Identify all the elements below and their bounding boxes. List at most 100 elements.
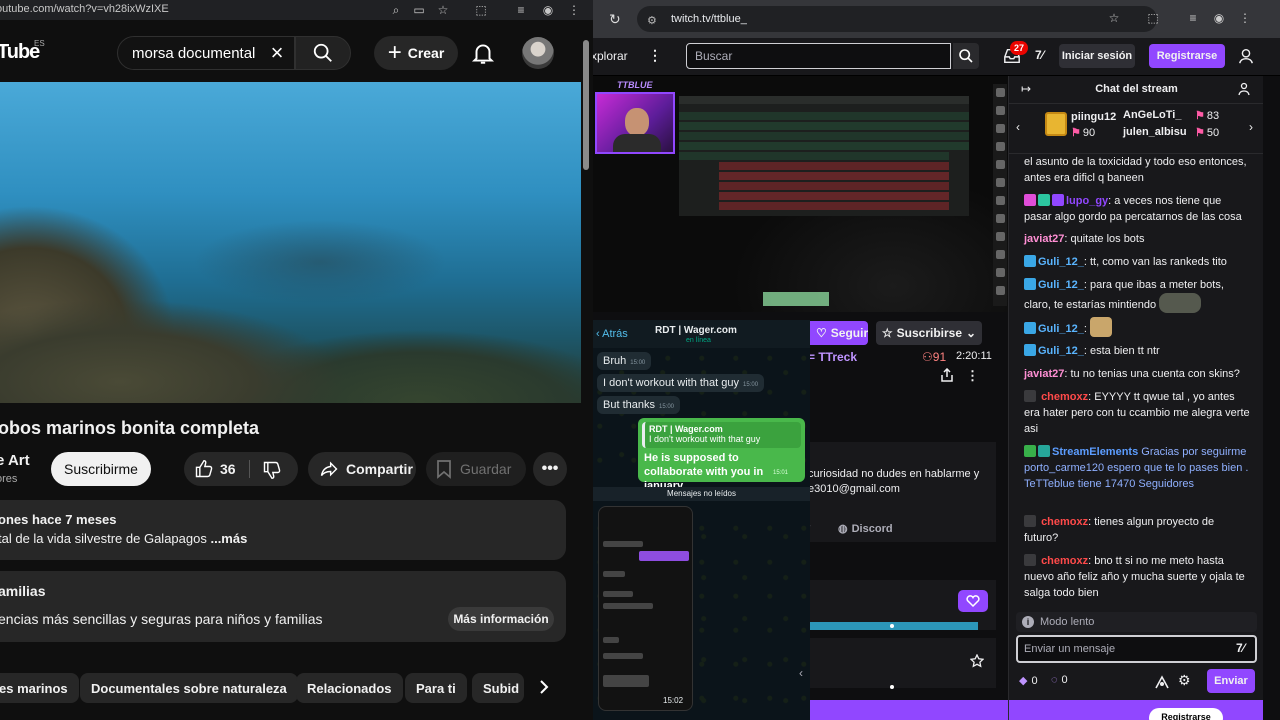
chat-message: Guli_12_: tt, como van las rankeds tito <box>1024 254 1250 270</box>
sheet-row <box>719 192 949 200</box>
share-button[interactable]: Compartir <box>308 452 416 486</box>
extensions-icon[interactable]: ⬚ <box>1145 11 1161 27</box>
dislike-icon[interactable] <box>262 460 282 480</box>
video-player[interactable] <box>0 82 581 403</box>
like-icon[interactable] <box>194 459 214 479</box>
notifications-bell-icon[interactable] <box>470 40 496 66</box>
more-actions-icon[interactable]: ••• <box>533 452 567 486</box>
chip-related[interactable]: Relacionados <box>296 673 403 703</box>
chat-username[interactable]: Guli_12_ <box>1038 279 1084 291</box>
stream-category[interactable]: = TTreck <box>810 350 857 364</box>
bits-balance[interactable]: ◆ 0 <box>1019 674 1038 688</box>
channel-name[interactable]: e Art <box>0 452 30 469</box>
banner-signup-button[interactable]: Registrarse <box>1149 708 1223 720</box>
profile-icon[interactable]: ◉ <box>540 2 556 18</box>
zoom-icon[interactable]: ⌕ <box>388 2 404 18</box>
reload-icon[interactable]: ↻ <box>609 11 625 27</box>
browser-menu-icon[interactable]: ⋮ <box>1237 11 1253 27</box>
chat-message-text: : tu no tenias una cuenta con skins? <box>1064 368 1240 380</box>
cast-icon[interactable]: ▭ <box>411 2 427 18</box>
sheet-header-row <box>679 96 969 104</box>
page-scrollbar[interactable] <box>583 40 589 170</box>
community-icon[interactable] <box>1238 82 1252 96</box>
media-icon[interactable]: ≡ <box>1185 11 1201 27</box>
bookmark-star-icon[interactable]: ☆ <box>1106 11 1122 27</box>
chevron-right-icon[interactable]: › <box>1249 120 1253 134</box>
chat-username[interactable]: chemoxz <box>1041 516 1088 528</box>
chip-uploaded[interactable]: Subid <box>472 673 524 703</box>
extensions-icon[interactable]: ⬚ <box>473 2 489 18</box>
chat-username[interactable]: StreamElements <box>1052 446 1138 458</box>
subscribe-button[interactable]: Suscribirme <box>51 452 151 486</box>
chat-username[interactable]: chemoxz <box>1041 555 1088 567</box>
bookmark-star-icon[interactable]: ☆ <box>435 2 451 18</box>
save-button[interactable]: Guardar <box>426 452 526 486</box>
chat-message: lupo_gy: a veces nos tiene que pasar alg… <box>1024 193 1250 225</box>
twitch-search-input[interactable]: Buscar <box>686 43 951 69</box>
chip-for-you[interactable]: Para ti <box>405 673 467 703</box>
signup-button[interactable]: Registrarse <box>1149 44 1225 68</box>
chat-input[interactable]: Enviar un mensaje 7⁄ <box>1016 635 1257 663</box>
description-box[interactable]: ones hace 7 meses tal de la vida silvest… <box>0 500 566 560</box>
more-options-icon[interactable]: ⋮ <box>966 368 979 384</box>
chat-messages: el asunto de la toxicidad y todo eso ent… <box>1009 154 1263 608</box>
gifter-name[interactable]: julen_albisu <box>1123 126 1187 138</box>
toolbar-icon <box>996 250 1005 259</box>
send-button[interactable]: Enviar <box>1207 669 1255 693</box>
create-label: Crear <box>407 45 445 61</box>
site-info-icon[interactable]: ⚙ <box>647 14 661 27</box>
gifter-name[interactable]: piingu12 <box>1071 111 1116 123</box>
discord-link[interactable]: ◍ Discord <box>838 522 893 536</box>
subscribe-button[interactable]: ☆ Suscribirse ⌄ <box>876 321 982 345</box>
stream-video-player[interactable]: TTBLUE <box>593 76 1008 312</box>
wa-unread-divider: Mensajes no leídos <box>593 487 810 501</box>
heart-button[interactable] <box>958 590 988 612</box>
yt-search-button[interactable] <box>295 36 351 70</box>
gifter-name[interactable]: AnGeLoTi_ <box>1123 109 1181 121</box>
user-icon[interactable] <box>1237 47 1255 65</box>
media-icon[interactable]: ≡ <box>513 2 529 18</box>
chat-username[interactable]: lupo_gy <box>1066 195 1108 207</box>
profile-icon[interactable]: ◉ <box>1211 11 1227 27</box>
chat-username[interactable]: javiat27 <box>1024 368 1064 380</box>
yt-address-bar[interactable]: outube.com/watch?v=vh28ixWzIXE <box>0 3 169 15</box>
phone-bubble <box>603 603 653 609</box>
browser-menu-icon[interactable]: ⋮ <box>566 2 582 18</box>
chevron-left-icon[interactable]: ‹ <box>1016 120 1020 134</box>
viewer-count: ⚇91 <box>922 350 946 364</box>
chevron-down-icon: ⌄ <box>966 326 977 340</box>
clear-search-icon[interactable]: × <box>265 41 289 65</box>
turbo-icon[interactable]: 7⁄ <box>1035 48 1044 62</box>
extensions-icon[interactable] <box>1154 674 1170 690</box>
create-button[interactable]: + Crear <box>374 36 458 70</box>
avatar[interactable] <box>522 37 554 69</box>
follow-label: Seguir <box>830 326 869 340</box>
emote-picker-icon[interactable]: 7⁄ <box>1236 641 1245 655</box>
chat-message: StreamElements Gracias por seguirme port… <box>1024 444 1250 492</box>
chat-username[interactable]: Guli_12_ <box>1038 345 1084 357</box>
more-info-button[interactable]: Más información <box>448 607 554 631</box>
channel-points[interactable]: ◌ 0 <box>1051 674 1068 686</box>
chip-marine[interactable]: es marinos <box>0 673 79 703</box>
chevron-right-icon[interactable] <box>530 673 558 701</box>
twitch-search-button[interactable] <box>953 43 979 69</box>
desktop: outube.com/watch?v=vh28ixWzIXE ⌕ ▭ ☆ ⬚ ≡… <box>0 0 1280 720</box>
chat-username[interactable]: Guli_12_ <box>1038 256 1084 268</box>
chat-username[interactable]: Guli_12_ <box>1038 323 1084 335</box>
star-icon[interactable] <box>970 654 984 668</box>
toolbar-icon <box>996 286 1005 295</box>
chat-message-text: : quitate los bots <box>1064 233 1145 245</box>
chat-settings-icon[interactable]: ⚙ <box>1178 672 1194 688</box>
collapse-panel-icon[interactable]: ‹ <box>799 666 803 680</box>
login-button[interactable]: Iniciar sesión <box>1059 44 1135 68</box>
follow-button[interactable]: ♡ Seguir <box>810 321 868 345</box>
chip-nature-docs[interactable]: Documentales sobre naturaleza <box>80 673 298 703</box>
more-menu-icon[interactable]: ⋮ <box>648 47 662 64</box>
tw-address-bar[interactable]: ⚙ twitch.tv/ttblue_ <box>637 6 1157 32</box>
chat-username[interactable]: chemoxz <box>1041 391 1088 403</box>
toolbar-icon <box>996 196 1005 205</box>
chat-username[interactable]: javiat27 <box>1024 233 1064 245</box>
share-icon[interactable] <box>940 368 954 382</box>
description-more-link[interactable]: ...más <box>210 531 247 546</box>
explore-link[interactable]: xplorar <box>593 49 628 63</box>
